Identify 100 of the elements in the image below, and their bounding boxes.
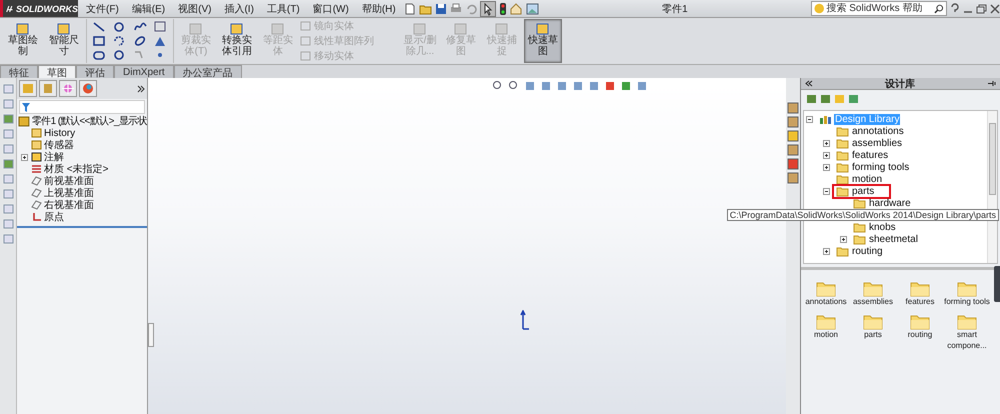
restore-icon[interactable] (976, 4, 987, 14)
tree-item[interactable]: History (17, 127, 147, 139)
tree-item[interactable]: 零件1 (默认<<默认>_显示状 (17, 115, 147, 127)
open-folder-icon[interactable] (418, 2, 432, 14)
menu-item[interactable]: 文件(F) (81, 2, 124, 16)
tool-icon[interactable] (2, 114, 14, 124)
folder-tile[interactable]: motion (803, 313, 849, 352)
tool-icon[interactable] (2, 129, 14, 139)
folder-tile[interactable]: parts (850, 313, 896, 352)
view-tool-icon[interactable] (492, 80, 504, 92)
new-document-icon[interactable] (404, 2, 416, 14)
plus-box-icon[interactable] (840, 236, 847, 242)
task-pane-tab-icon[interactable] (787, 158, 799, 170)
menu-item[interactable]: 编辑(E) (126, 2, 170, 16)
folder-tile[interactable]: features (897, 280, 943, 308)
select-cursor-icon[interactable] (480, 0, 496, 16)
tree-item[interactable]: motion (832, 172, 888, 186)
print-icon[interactable] (450, 2, 462, 14)
task-pane-tab-icon[interactable] (787, 116, 799, 128)
library-tool-icon[interactable] (806, 93, 817, 104)
tree-item[interactable]: 原点 (17, 211, 147, 223)
scrollbar-thumb[interactable] (989, 123, 996, 195)
tree-item[interactable]: assemblies (832, 136, 908, 150)
library-tool-icon[interactable] (848, 93, 859, 104)
folder-tile[interactable]: annotations (803, 280, 849, 308)
collapse-icon[interactable] (805, 80, 813, 87)
toolbar-button[interactable]: 智能尺寸 (45, 19, 83, 63)
plus-box-icon[interactable] (21, 154, 28, 160)
tree-item[interactable]: 前视基准面 (17, 175, 147, 187)
expand-icon[interactable] (137, 84, 145, 92)
filter-icon[interactable] (22, 102, 30, 112)
ribbon-tab[interactable]: 评估 (76, 65, 114, 78)
tool-icon[interactable] (2, 159, 14, 169)
tree-item[interactable]: forming tools (832, 160, 914, 174)
tool-icon[interactable] (2, 84, 14, 94)
plus-box-icon[interactable] (823, 140, 830, 146)
view-tool-icon[interactable] (620, 80, 632, 92)
plus-box-icon[interactable] (823, 248, 830, 254)
tool-icon[interactable] (2, 204, 14, 214)
tree-item[interactable]: features (832, 148, 894, 162)
folder-icon (910, 280, 930, 297)
appearance-icon[interactable] (79, 80, 97, 97)
tool-icon[interactable] (2, 189, 14, 199)
tree-item[interactable]: 传感器 (17, 139, 147, 151)
folder-tile[interactable]: forming tools (944, 280, 990, 308)
task-pane-tab-icon[interactable] (787, 130, 799, 142)
ribbon-tab[interactable]: 办公室产品 (174, 65, 242, 78)
close-icon[interactable] (990, 4, 1000, 14)
plus-box-icon[interactable] (823, 164, 830, 170)
pin-icon[interactable] (987, 80, 996, 87)
undo-icon[interactable] (464, 2, 477, 14)
tree-item[interactable]: parts (832, 184, 892, 198)
view-tool-icon[interactable] (508, 80, 520, 92)
minus-box-icon[interactable] (823, 188, 830, 194)
minus-box-icon[interactable] (806, 116, 813, 122)
tool-icon[interactable] (2, 144, 14, 154)
crosshair-icon[interactable] (59, 80, 77, 97)
view-tool-icon[interactable] (604, 80, 616, 92)
tree-item[interactable]: hardware (849, 196, 916, 210)
tree-item[interactable]: 右视基准面 (17, 199, 147, 211)
tree-item[interactable]: sheetmetal (849, 232, 923, 246)
menu-item[interactable]: 工具(T) (262, 2, 305, 16)
toolbar-button[interactable]: 快速草图 (524, 19, 562, 63)
sensor-icon (31, 140, 42, 150)
plane-icon (31, 188, 42, 198)
toolbar-button[interactable]: 转换实体引用 (218, 19, 256, 63)
task-pane-tab-icon[interactable] (787, 102, 799, 114)
toolbar-button[interactable]: 草图绘制 (4, 19, 42, 63)
tree-item[interactable]: annotations (832, 124, 909, 138)
ribbon-tab[interactable]: 特征 (0, 65, 38, 78)
tool-icon[interactable] (2, 174, 14, 184)
save-icon[interactable] (434, 2, 447, 14)
ribbon-tab[interactable]: 草图 (38, 65, 76, 78)
menu-item[interactable]: 视图(V) (173, 2, 216, 16)
plus-box-icon[interactable] (823, 152, 830, 158)
ribbon-tab[interactable]: DimXpert (114, 65, 174, 78)
folder-tile[interactable]: assemblies (850, 280, 896, 308)
tree-item[interactable]: 上视基准面 (17, 187, 147, 199)
folder-tile[interactable]: smart compone... (944, 313, 990, 352)
menu-item[interactable]: 帮助(H) (356, 2, 401, 16)
traffic-light-icon[interactable] (498, 2, 507, 16)
tool-icon[interactable] (2, 234, 14, 244)
folder-tile[interactable]: routing (897, 313, 943, 352)
help-icon[interactable] (950, 2, 960, 14)
menu-item[interactable]: 窗口(W) (308, 2, 354, 16)
tool-icon[interactable] (2, 219, 14, 229)
task-pane-tab-icon[interactable] (787, 172, 799, 184)
library-tool-icon[interactable] (820, 93, 831, 104)
picture-icon[interactable] (526, 2, 539, 14)
tree-item[interactable]: 注解 (17, 151, 147, 163)
tree-item[interactable]: 材质 <未指定> (17, 163, 147, 175)
feature-manager-icon[interactable] (19, 80, 37, 97)
tool-icon[interactable] (2, 99, 14, 109)
tree-item[interactable]: knobs (849, 220, 901, 234)
panel-handle[interactable] (148, 323, 154, 347)
menu-item[interactable]: 插入(I) (219, 2, 259, 16)
search-field[interactable]: 搜索 SolidWorks 帮助 (811, 1, 947, 16)
property-manager-icon[interactable] (39, 80, 57, 97)
task-pane-tab-icon[interactable] (787, 144, 799, 156)
tree-item[interactable]: routing (832, 244, 888, 258)
